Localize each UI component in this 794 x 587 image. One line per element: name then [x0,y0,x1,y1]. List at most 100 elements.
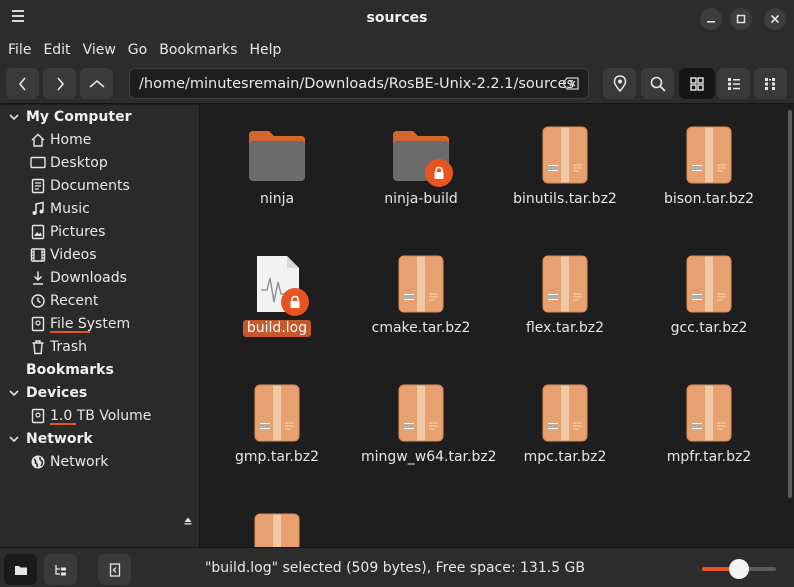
show-places-button[interactable] [4,554,37,585]
file-item[interactable]: binutils.tar.bz2 [495,123,635,208]
section-bookmarks[interactable]: Bookmarks [26,362,114,378]
search-icon [650,76,666,92]
sidebar-item-volume[interactable]: 1.0 TB Volume [30,408,151,425]
file-item[interactable]: ninja [207,123,347,208]
lock-icon [290,295,300,308]
compact-view-button[interactable] [754,68,787,99]
file-icon [245,123,309,187]
icon-view-button[interactable] [679,68,715,99]
maximize-icon [736,14,746,24]
file-item[interactable]: cmake.tar.bz2 [351,252,491,337]
archive-icon [686,255,732,313]
scrollbar[interactable] [788,110,792,498]
sidebar-item-downloads[interactable]: Downloads [30,270,127,286]
disk-icon [30,408,46,424]
file-item[interactable]: mpc.tar.bz2 [495,381,635,466]
file-name: mpfr.tar.bz2 [666,449,752,465]
file-icon [533,123,597,187]
file-item[interactable] [207,510,347,547]
archive-icon [542,126,588,184]
menu-view[interactable]: View [77,42,122,58]
sidebar-item-desktop[interactable]: Desktop [30,155,108,171]
file-icon [389,381,453,445]
file-name: ninja [259,191,295,207]
file-item[interactable]: mpfr.tar.bz2 [639,381,779,466]
file-view[interactable]: ninja ninja-build binutils.tar.bz2 bison.ta… [201,105,794,547]
sidebar-item-videos[interactable]: Videos [30,247,97,263]
file-item[interactable]: gcc.tar.bz2 [639,252,779,337]
status-bar: "build.log" selected (509 bytes), Free s… [0,547,794,587]
sidebar-item-trash[interactable]: Trash [30,339,87,355]
file-item[interactable]: mingw_w64.tar.bz2 [351,381,497,466]
folder-icon [14,565,27,575]
minimize-button[interactable] [700,8,722,30]
sidebar-item-pictures[interactable]: Pictures [30,224,105,240]
file-icon [677,252,741,316]
menu-help[interactable]: Help [243,42,287,58]
chevron-down-icon [9,390,19,397]
location-bar[interactable]: /home/minutesremain/Downloads/RosBE-Unix… [129,68,589,99]
clock-icon [30,293,46,309]
chevron-down-icon [9,114,19,121]
lock-badge [281,288,309,316]
file-item[interactable]: bison.tar.bz2 [639,123,779,208]
trash-icon [30,339,46,355]
sidebar-item-music[interactable]: Music [30,201,90,217]
chevron-up-icon [88,79,105,88]
clear-text-icon[interactable] [562,77,580,90]
file-item[interactable]: build.log [207,252,347,337]
file-icon [677,123,741,187]
file-item[interactable]: ninja-build [351,123,491,208]
archive-icon [398,255,444,313]
toggle-location-button[interactable] [603,68,636,99]
show-treeview-button[interactable] [44,554,77,585]
section-my-computer[interactable]: My Computer [8,109,132,125]
menu-bar: File Edit View Go Bookmarks Help [0,37,794,62]
file-name: build.log [242,320,312,337]
sidebar-item-network[interactable]: Network [30,454,108,470]
section-devices[interactable]: Devices [8,385,87,401]
file-icon [389,252,453,316]
menu-bookmarks[interactable]: Bookmarks [153,42,243,58]
file-icon [245,381,309,445]
maximize-button[interactable] [730,8,752,30]
sidebar-item-documents[interactable]: Documents [30,178,130,194]
close-button[interactable] [764,8,786,30]
lock-badge [425,159,453,187]
file-icon [245,510,309,547]
archive-icon [254,384,300,442]
download-icon [30,270,46,286]
zoom-slider-knob[interactable] [729,559,749,579]
file-name: mpc.tar.bz2 [523,449,607,465]
folder-icon [249,131,305,181]
list-view-button[interactable] [717,68,750,99]
status-text: "build.log" selected (509 bytes), Free s… [204,560,586,576]
sidebar-item-recent[interactable]: Recent [30,293,98,309]
file-name: mingw_w64.tar.bz2 [361,449,497,465]
section-network[interactable]: Network [8,431,93,447]
back-button[interactable] [6,68,39,99]
eject-icon[interactable] [184,517,192,525]
archive-icon [542,384,588,442]
file-name: flex.tar.bz2 [525,320,605,336]
file-item[interactable]: gmp.tar.bz2 [207,381,347,466]
file-name: gcc.tar.bz2 [670,320,748,336]
hide-sidebar-button[interactable] [98,554,131,585]
file-item[interactable]: flex.tar.bz2 [495,252,635,337]
desktop-icon [30,155,46,171]
chevron-left-icon [18,76,26,91]
forward-button[interactable] [43,68,76,99]
menu-edit[interactable]: Edit [37,42,76,58]
file-icon [677,381,741,445]
compact-view-icon [764,77,775,90]
menu-file[interactable]: File [2,42,37,58]
sidebar-item-file-system[interactable]: File System [30,316,130,333]
close-icon [770,14,780,24]
menu-go[interactable]: Go [122,42,153,58]
list-view-icon [727,77,740,90]
up-button[interactable] [80,68,113,99]
sidebar-item-home[interactable]: Home [30,132,91,148]
search-button[interactable] [641,68,674,99]
archive-icon [398,384,444,442]
archive-icon [254,513,300,547]
